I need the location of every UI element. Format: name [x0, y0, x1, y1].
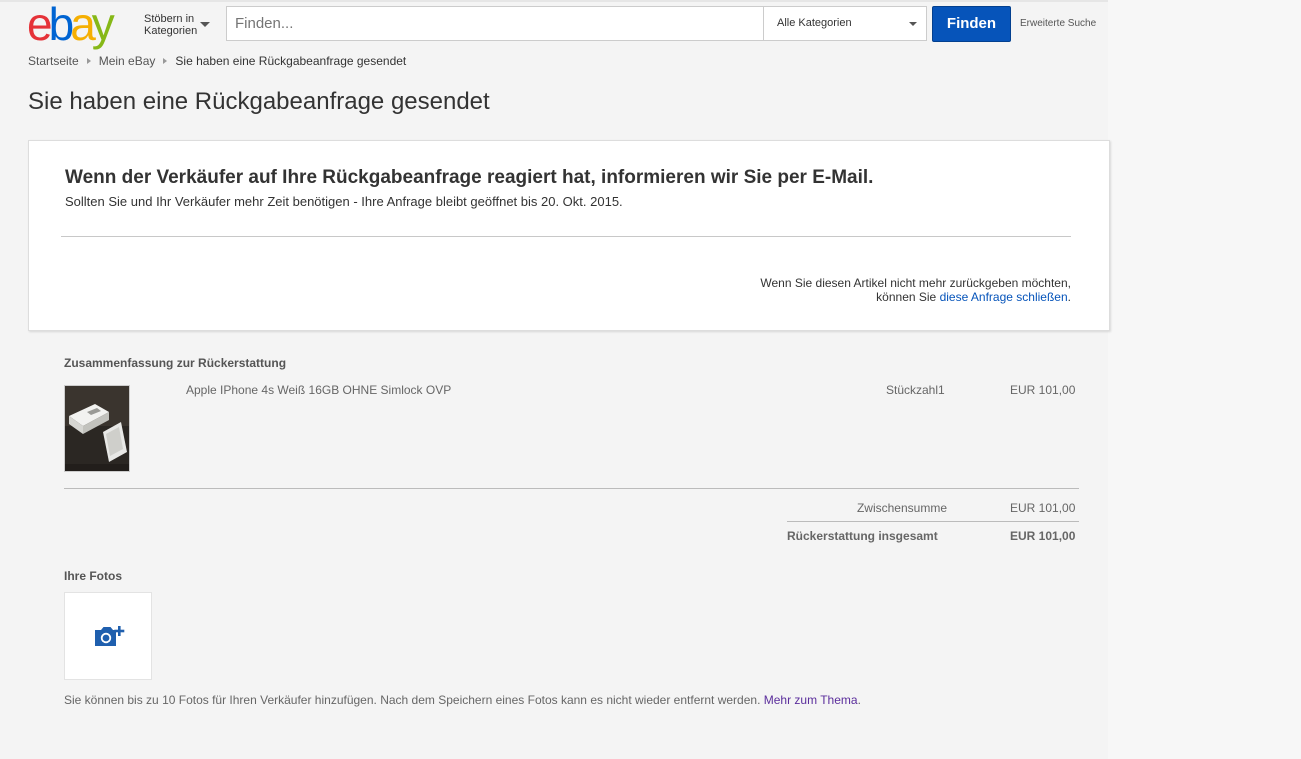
camera-plus-icon [95, 626, 125, 646]
right-margin-panel [1108, 0, 1301, 759]
notice-card: Wenn der Verkäufer auf Ihre Rückgabeanfr… [28, 140, 1110, 331]
photos-note: Sie können bis zu 10 Fotos für Ihren Ver… [64, 693, 861, 707]
close-note-line2: können Sie diese Anfrage schließen. [876, 290, 1071, 304]
close-request-link[interactable]: diese Anfrage schließen [940, 290, 1068, 304]
refund-summary-title: Zusammenfassung zur Rückerstattung [64, 356, 287, 370]
item-quantity: Stückzahl1 [886, 383, 945, 397]
breadcrumb-current: Sie haben eine Rückgabeanfrage gesendet [175, 54, 407, 68]
breadcrumb-home[interactable]: Startseite [28, 54, 79, 68]
page-title: Sie haben eine Rückgabeanfrage gesendet [28, 88, 490, 115]
category-selected-value: Alle Kategorien [777, 17, 852, 29]
breadcrumb-separator-icon [163, 58, 168, 64]
summary-divider [64, 488, 1079, 489]
search-input[interactable] [226, 6, 763, 41]
subtotal-label: Zwischensumme [856, 501, 947, 515]
notice-headline: Wenn der Verkäufer auf Ihre Rückgabeanfr… [65, 167, 874, 188]
photos-title: Ihre Fotos [64, 569, 123, 583]
ebay-logo[interactable]: ebay [27, 1, 115, 47]
browse-label-line2: Kategorien [144, 25, 198, 37]
breadcrumb: Startseite Mein eBay Sie haben eine Rück… [28, 54, 406, 68]
category-select[interactable]: Alle Kategorien [763, 6, 927, 41]
find-button[interactable]: Finden [932, 6, 1011, 42]
total-label: Rückerstattung insgesamt [787, 529, 938, 543]
item-thumbnail[interactable] [64, 385, 130, 472]
advanced-search-link[interactable]: Erweiterte Suche [1020, 18, 1096, 29]
total-value: EUR 101,00 [1010, 529, 1076, 543]
close-note-line1: Wenn Sie diesen Artikel nicht mehr zurüc… [760, 276, 1071, 290]
top-border [0, 0, 1301, 2]
breadcrumb-my-ebay[interactable]: Mein eBay [99, 54, 156, 68]
browse-label-line1: Stöbern in [144, 13, 195, 25]
item-name[interactable]: Apple IPhone 4s Weiß 16GB OHNE Simlock O… [186, 383, 451, 397]
breadcrumb-separator-icon [86, 58, 91, 64]
iphone-box-image [65, 386, 129, 471]
total-divider [787, 521, 1079, 522]
chevron-down-icon [200, 22, 210, 27]
browse-categories-button[interactable]: Stöbern in Kategorien [144, 13, 210, 37]
subtotal-value: EUR 101,00 [1010, 501, 1076, 515]
more-info-link[interactable]: Mehr zum Thema [764, 693, 858, 707]
item-price: EUR 101,00 [1010, 383, 1076, 397]
notice-divider [61, 236, 1071, 237]
close-request-note: Wenn Sie diesen Artikel nicht mehr zurüc… [760, 276, 1071, 304]
add-photo-button[interactable] [64, 592, 152, 680]
notice-subtext: Sollten Sie und Ihr Verkäufer mehr Zeit … [65, 194, 623, 209]
chevron-down-icon [909, 22, 917, 26]
